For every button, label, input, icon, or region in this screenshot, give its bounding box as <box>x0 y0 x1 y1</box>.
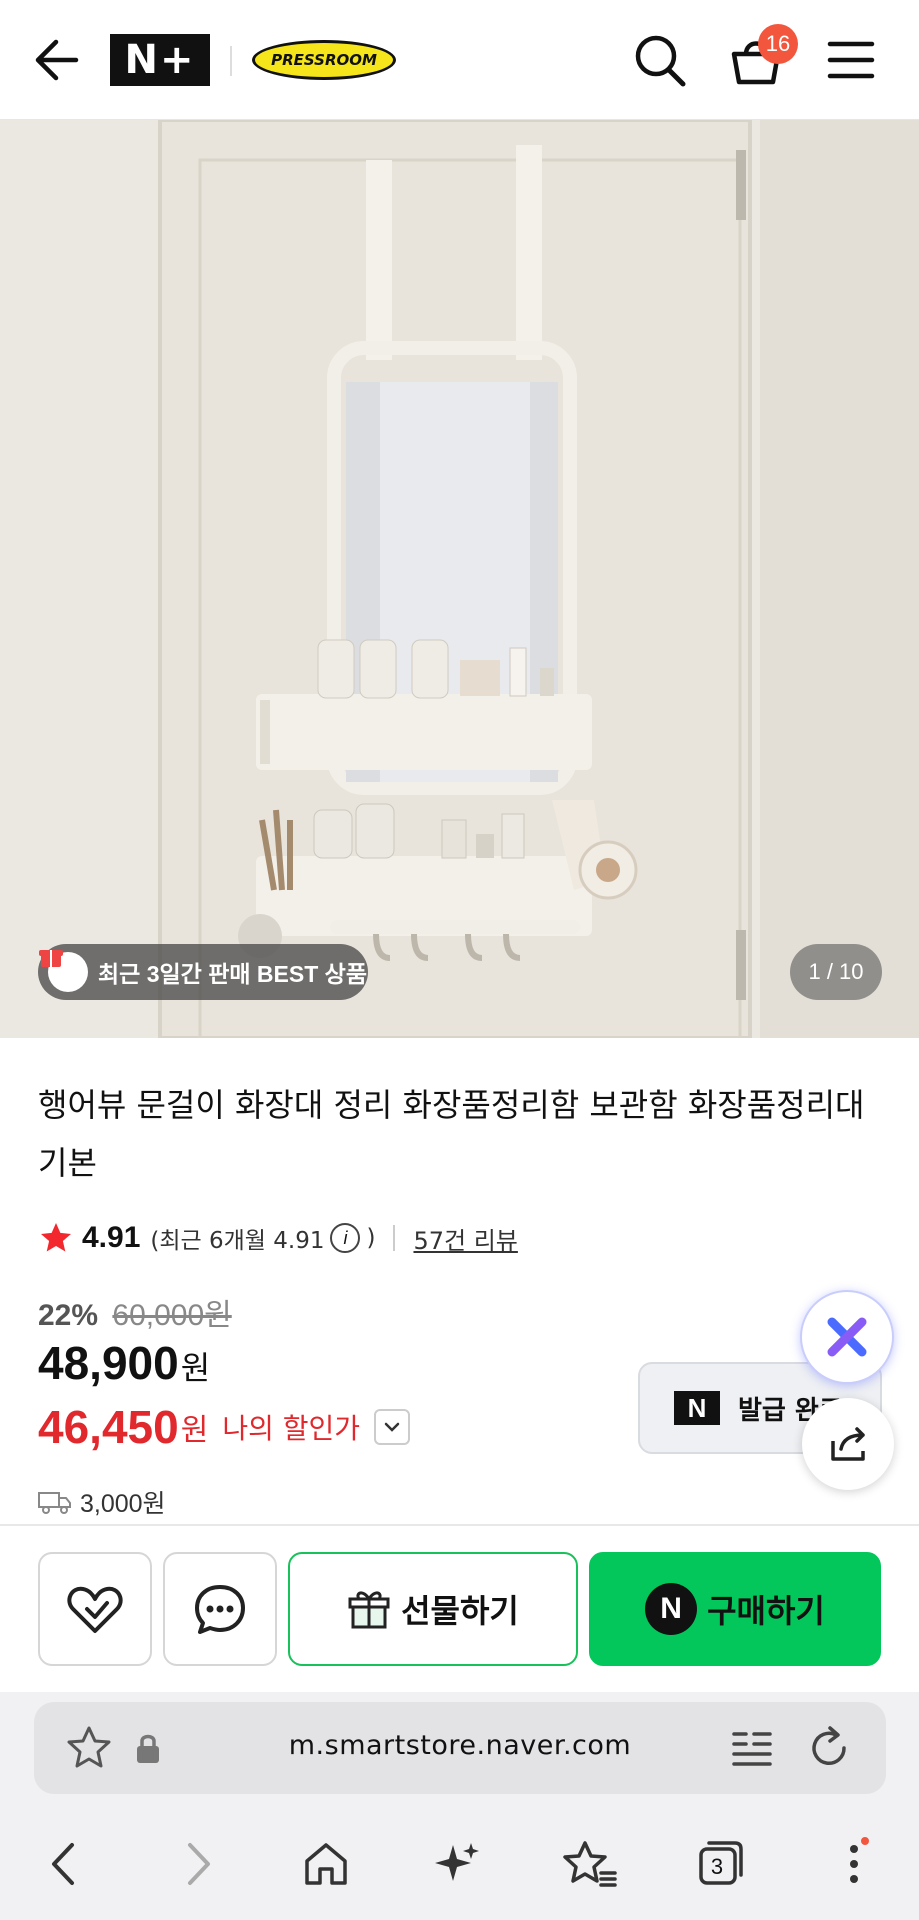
my-price-value: 46,450 <box>38 1401 179 1453</box>
chat-bubble-icon <box>195 1585 245 1634</box>
heart-check-icon <box>67 1586 123 1633</box>
ai-sparkle-icon[interactable] <box>428 1834 488 1894</box>
wishlist-button[interactable] <box>38 1552 152 1666</box>
menu-icon[interactable] <box>826 36 876 84</box>
rating-divider <box>393 1225 396 1251</box>
shipping-fee-value: 3,000원 <box>80 1490 166 1518</box>
naver-pay-icon: N <box>645 1583 698 1635</box>
best-badge-label: 최근 3일간 판매 BEST 상품 <box>98 961 367 987</box>
browser-nav-bar: 3 <box>0 1808 919 1918</box>
gift-label: 선물하기 <box>401 1592 519 1630</box>
brand-logo[interactable]: PRESSROOM <box>252 40 396 80</box>
my-price-unit: 원 <box>180 1413 209 1448</box>
image-page-counter: 1 / 10 <box>790 944 882 1000</box>
rating-score: 4.91 <box>82 1221 141 1254</box>
sale-price: 48,900원 <box>38 1336 210 1390</box>
share-icon <box>831 1427 865 1461</box>
sale-price-value: 48,900 <box>38 1337 179 1389</box>
truck-icon <box>38 1492 71 1514</box>
address-bar[interactable]: m.smartstore.naver.com <box>34 1702 886 1794</box>
gift-box-icon <box>39 950 88 992</box>
gift-button[interactable]: 선물하기 <box>288 1552 578 1666</box>
naver-n-icon: N <box>674 1391 720 1425</box>
reader-mode-icon[interactable] <box>730 1726 774 1770</box>
back-arrow-icon[interactable] <box>32 32 82 88</box>
buy-button[interactable]: N 구매하기 <box>589 1552 881 1666</box>
recent-rating: (최근 6개월 4.91 <box>150 1228 325 1254</box>
nav-forward-icon[interactable] <box>168 1834 228 1894</box>
ai-assistant-button[interactable] <box>800 1290 894 1384</box>
favorites-icon[interactable] <box>560 1834 620 1894</box>
tab-count: 3 <box>710 1854 724 1879</box>
home-icon[interactable] <box>296 1834 356 1894</box>
sparkle-x-icon <box>827 1317 867 1357</box>
tabs-icon[interactable]: 3 <box>690 1834 750 1894</box>
cart-count-badge: 16 <box>758 24 798 64</box>
original-price: 60,000원 <box>112 1299 232 1332</box>
best-seller-badge: 최근 3일간 판매 BEST 상품 <box>38 944 368 1000</box>
logo-divider <box>230 46 232 76</box>
top-header: N+ PRESSROOM 16 <box>0 0 919 120</box>
gift-icon <box>348 1591 390 1629</box>
nplus-logo[interactable]: N+ <box>110 34 210 86</box>
buy-label: 구매하기 <box>707 1592 825 1630</box>
my-price-label: 나의 할인가 <box>222 1412 361 1445</box>
nav-back-icon[interactable] <box>34 1834 94 1894</box>
browser-chrome: m.smartstore.naver.com 3 <box>0 1692 919 1920</box>
product-title: 행어뷰 문걸이 화장대 정리 화장품정리함 보관함 화장품정리대 기본 <box>38 1086 865 1182</box>
shipping-fee: 3,000원 <box>38 1484 166 1520</box>
product-photo <box>0 120 919 1038</box>
star-icon <box>41 1223 71 1252</box>
sale-price-unit: 원 <box>180 1349 211 1387</box>
refresh-icon[interactable] <box>806 1724 854 1772</box>
more-options-icon[interactable] <box>824 1834 884 1894</box>
chevron-down-icon[interactable] <box>374 1409 411 1445</box>
discount-row: 22% 60,000원 <box>38 1290 232 1334</box>
purchase-action-bar: 선물하기 N 구매하기 <box>0 1524 919 1692</box>
product-image-carousel[interactable]: 최근 3일간 판매 BEST 상품 1 / 10 <box>0 120 919 1038</box>
search-icon[interactable] <box>632 30 688 90</box>
talk-talk-button[interactable] <box>163 1552 277 1666</box>
rating-row: 4.91 (최근 6개월 4.91 i ) 57건 리뷰 <box>38 1216 518 1260</box>
share-button[interactable] <box>802 1398 894 1490</box>
my-discount-price: 46,450 원 나의 할인가 <box>38 1400 411 1454</box>
info-icon[interactable]: i <box>330 1223 361 1253</box>
recent-rating-close: ) <box>366 1225 376 1251</box>
discount-percent: 22% <box>38 1299 99 1332</box>
review-count-link[interactable]: 57건 리뷰 <box>413 1221 517 1256</box>
